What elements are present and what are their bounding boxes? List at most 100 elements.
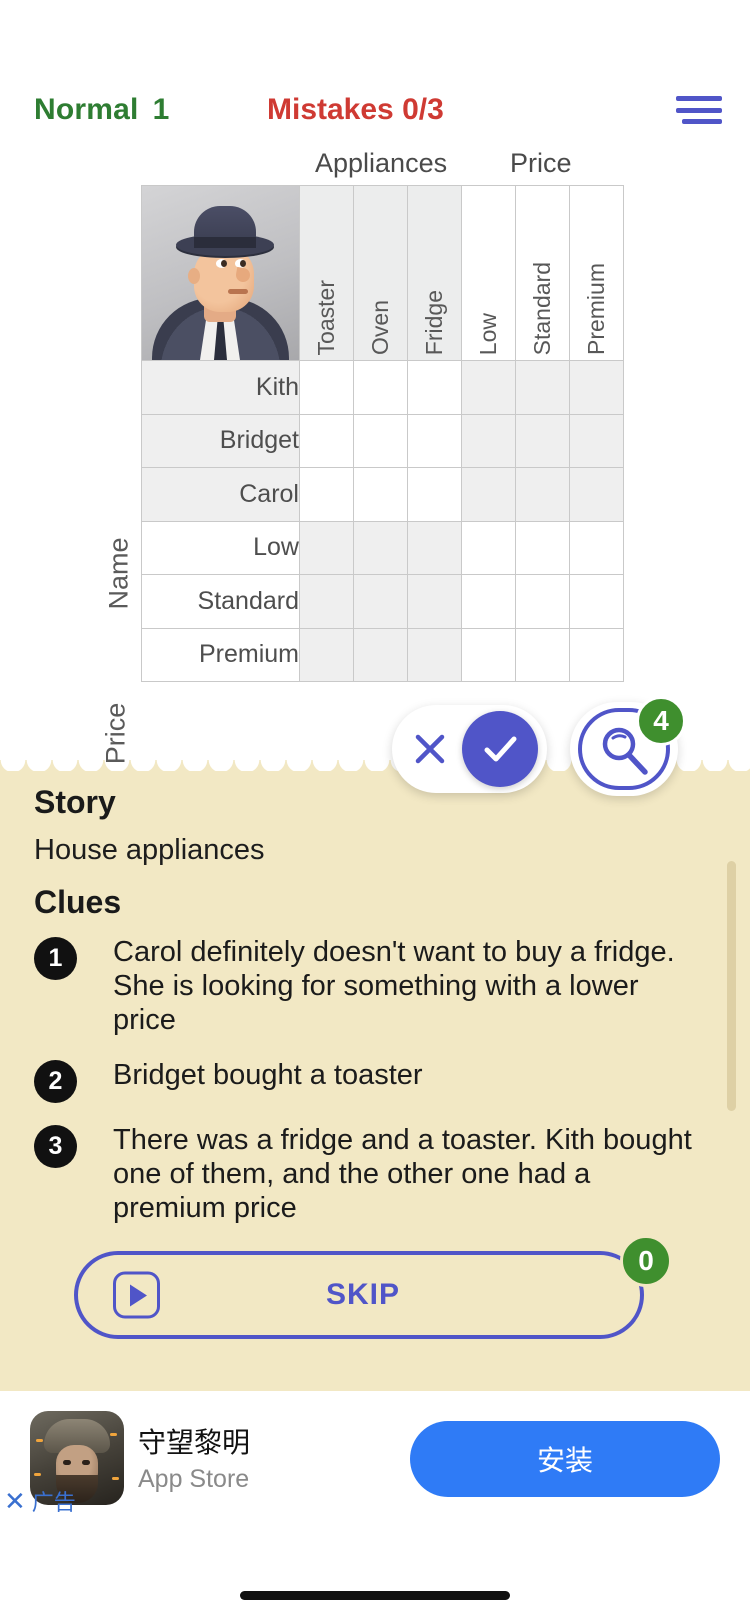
grid-cell-kith-toaster[interactable] xyxy=(300,361,354,415)
column-header-standard[interactable]: Standard xyxy=(516,186,570,361)
grid-cell-carol-oven[interactable] xyxy=(354,468,408,522)
menu-line-1 xyxy=(676,96,722,101)
grid-cell-bridget-standard[interactable] xyxy=(516,414,570,468)
check-icon[interactable] xyxy=(462,711,538,787)
grid-cell-kith-premium[interactable] xyxy=(570,361,624,415)
close-icon[interactable]: ✕ xyxy=(4,1488,26,1514)
ad-title: 守望黎明 xyxy=(138,1421,250,1461)
grid-cell-standard-toaster[interactable] xyxy=(300,575,354,629)
grid-cell-bridget-fridge[interactable] xyxy=(408,414,462,468)
check-glyph xyxy=(477,726,523,772)
level-number: 1 xyxy=(153,93,170,126)
skip-button-wrapper: SKIP 0 xyxy=(74,1251,644,1339)
clue-number-badge: 2 xyxy=(34,1060,77,1103)
column-header-label: Oven xyxy=(367,290,394,355)
skip-button[interactable]: SKIP xyxy=(74,1251,644,1339)
column-header-oven[interactable]: Oven xyxy=(354,186,408,361)
grid-cell-bridget-toaster[interactable] xyxy=(300,414,354,468)
list-item[interactable]: 1 Carol definitely doesn't want to buy a… xyxy=(0,935,750,1038)
grid-cell-kith-fridge[interactable] xyxy=(408,361,462,415)
skip-label: SKIP xyxy=(78,1278,648,1312)
cross-glyph xyxy=(410,729,450,769)
ad-install-button[interactable]: 安装 xyxy=(410,1421,720,1497)
grid-cell-bridget-oven[interactable] xyxy=(354,414,408,468)
menu-line-2 xyxy=(676,108,722,113)
column-header-label: Fridge xyxy=(421,280,448,355)
grid-cell-carol-premium[interactable] xyxy=(570,468,624,522)
grid-cell-low-fridge[interactable] xyxy=(408,521,462,575)
column-header-label: Standard xyxy=(529,252,556,355)
top-category-labels: Appliances Price xyxy=(0,148,750,186)
puzzle-grid-area: Appliances Price Name Price xyxy=(0,140,750,700)
ad-subtitle: App Store xyxy=(138,1465,249,1494)
grid-cell-carol-standard[interactable] xyxy=(516,468,570,522)
grid-cell-standard-oven[interactable] xyxy=(354,575,408,629)
grid-cell-kith-oven[interactable] xyxy=(354,361,408,415)
grid-header-row: Toaster Oven Fridge Low Standard Premium xyxy=(142,186,624,361)
grid-cell-premium-fridge[interactable] xyxy=(408,628,462,682)
grid-cell-standard-fridge[interactable] xyxy=(408,575,462,629)
hamburger-menu-icon[interactable] xyxy=(676,93,722,127)
grid-cell-empty xyxy=(516,628,570,682)
row-header-carol[interactable]: Carol xyxy=(142,468,300,522)
column-header-label: Premium xyxy=(583,253,610,355)
logic-grid-table: Toaster Oven Fridge Low Standard Premium… xyxy=(141,185,624,682)
grid-cell-premium-toaster[interactable] xyxy=(300,628,354,682)
clue-text: Bridget bought a toaster xyxy=(113,1058,423,1092)
hint-search-button[interactable]: 4 xyxy=(570,702,680,796)
top-category-appliances: Appliances xyxy=(315,148,447,179)
grid-cell-carol-fridge[interactable] xyxy=(408,468,462,522)
scrollbar[interactable] xyxy=(727,861,736,1111)
story-text: House appliances xyxy=(34,834,265,867)
difficulty-label: Normal xyxy=(34,93,139,126)
row-header-premium[interactable]: Premium xyxy=(142,628,300,682)
column-header-premium[interactable]: Premium xyxy=(570,186,624,361)
skip-count-badge: 0 xyxy=(620,1235,672,1287)
game-screen: Normal 1 Mistakes 0/3 Appliances Price Na… xyxy=(0,0,750,1624)
grid-cell-kith-standard[interactable] xyxy=(516,361,570,415)
clue-number-badge: 3 xyxy=(34,1125,77,1168)
grid-cell-premium-oven[interactable] xyxy=(354,628,408,682)
top-category-price: Price xyxy=(510,148,572,179)
column-header-fridge[interactable]: Fridge xyxy=(408,186,462,361)
grid-cell-kith-low[interactable] xyxy=(462,361,516,415)
grid-cell-bridget-premium[interactable] xyxy=(570,414,624,468)
column-header-label: Toaster xyxy=(313,270,340,355)
column-header-label: Low xyxy=(475,303,502,355)
list-item[interactable]: 2 Bridget bought a toaster xyxy=(0,1058,750,1103)
grid-cell-low-oven[interactable] xyxy=(354,521,408,575)
hint-count-badge: 4 xyxy=(636,696,686,746)
difficulty-indicator: Normal 1 xyxy=(34,93,169,127)
grid-cell-empty xyxy=(516,575,570,629)
mark-mode-toggle xyxy=(392,705,547,793)
grid-cell-carol-low[interactable] xyxy=(462,468,516,522)
table-row: Standard xyxy=(142,575,624,629)
grid-cell-low-toaster[interactable] xyxy=(300,521,354,575)
grid-cell-empty xyxy=(516,521,570,575)
grid-cell-empty xyxy=(570,628,624,682)
list-item[interactable]: 3 There was a fridge and a toaster. Kith… xyxy=(0,1123,750,1226)
detective-avatar xyxy=(142,186,299,360)
row-header-standard[interactable]: Standard xyxy=(142,575,300,629)
clue-text: Carol definitely doesn't want to buy a f… xyxy=(113,935,693,1038)
grid-cell-empty xyxy=(462,575,516,629)
ad-close-control[interactable]: ✕ 广告 xyxy=(4,1484,76,1518)
grid-cell-empty xyxy=(570,521,624,575)
column-header-low[interactable]: Low xyxy=(462,186,516,361)
cross-icon[interactable] xyxy=(400,719,460,779)
grid-cell-empty xyxy=(462,628,516,682)
home-indicator xyxy=(240,1591,510,1600)
ad-banner[interactable]: 守望黎明 App Store 安装 ✕ 广告 xyxy=(0,1391,750,1531)
clues-list: 1 Carol definitely doesn't want to buy a… xyxy=(0,935,750,1245)
row-header-bridget[interactable]: Bridget xyxy=(142,414,300,468)
clue-number-badge: 1 xyxy=(34,937,77,980)
table-row: Carol xyxy=(142,468,624,522)
mistakes-counter: Mistakes 0/3 xyxy=(267,93,444,127)
table-row: Premium xyxy=(142,628,624,682)
avatar xyxy=(142,186,300,361)
row-header-kith[interactable]: Kith xyxy=(142,361,300,415)
row-header-low[interactable]: Low xyxy=(142,521,300,575)
column-header-toaster[interactable]: Toaster xyxy=(300,186,354,361)
grid-cell-bridget-low[interactable] xyxy=(462,414,516,468)
grid-cell-carol-toaster[interactable] xyxy=(300,468,354,522)
